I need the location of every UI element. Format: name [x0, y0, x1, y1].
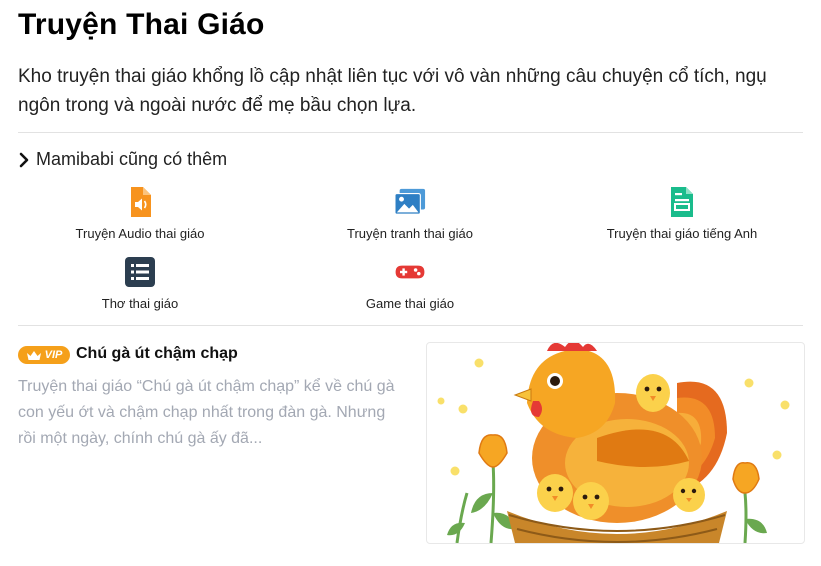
feature-label: Truyện tranh thai giáo: [347, 226, 473, 241]
more-section-header: Mamibabi cũng có thêm: [18, 149, 227, 170]
gamepad-icon: [395, 265, 425, 279]
story-card[interactable]: VIP Chú gà út chậm chạp Truyện thai giáo…: [18, 342, 805, 544]
document-icon: [671, 187, 693, 217]
vip-badge-label: VIP: [44, 349, 63, 361]
images-icon: [394, 188, 426, 215]
hen-with-chicks-illustration: [437, 343, 790, 543]
feature-label: Truyện thai giáo tiếng Anh: [606, 226, 758, 241]
feature-games[interactable]: Game thai giáo: [290, 256, 530, 311]
feature-label: Truyện Audio thai giáo: [75, 226, 205, 241]
audio-file-icon: [131, 187, 151, 217]
story-title[interactable]: Chú gà út chậm chạp: [76, 345, 238, 363]
list-icon: [125, 257, 155, 287]
feature-poems[interactable]: Thơ thai giáo: [20, 256, 260, 311]
divider: [18, 325, 803, 326]
more-section-title: Mamibabi cũng có thêm: [36, 149, 228, 169]
chevron-right-icon: [19, 152, 29, 167]
story-thumbnail[interactable]: [426, 342, 805, 544]
divider: [18, 132, 803, 133]
story-description: Truyện thai giáo “Chú gà út chậm chạp” k…: [18, 378, 395, 447]
feature-english-stories[interactable]: Truyện thai giáo tiếng Anh: [562, 186, 802, 241]
page-title: Truyện Thai Giáo: [18, 8, 265, 41]
page-intro: Kho truyện thai giáo khổng lồ cập nhật l…: [18, 66, 767, 116]
feature-label: Thơ thai giáo: [101, 296, 179, 311]
feature-comic-stories[interactable]: Truyện tranh thai giáo: [290, 186, 530, 241]
feature-audio-stories[interactable]: Truyện Audio thai giáo: [20, 186, 260, 241]
crown-icon: [26, 350, 41, 360]
vip-badge: VIP: [18, 346, 70, 364]
feature-label: Game thai giáo: [365, 296, 455, 311]
